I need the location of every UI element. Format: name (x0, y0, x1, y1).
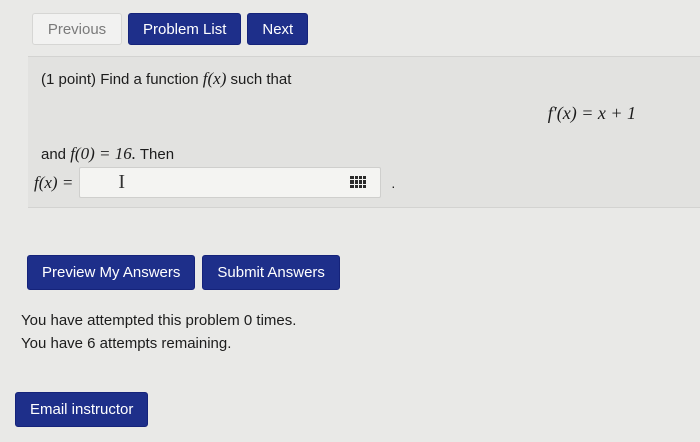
condition-prefix: and (41, 146, 71, 163)
initial-condition: and f(0) = 16. Then (41, 144, 174, 164)
previous-button[interactable]: Previous (32, 13, 122, 45)
problem-panel: (1 point) Find a function f(x) such that… (28, 56, 700, 208)
answer-row: f(x) = I . (34, 167, 395, 198)
text-cursor-icon: I (118, 171, 125, 193)
function-name: f(x) (202, 69, 227, 88)
preview-answers-button[interactable]: Preview My Answers (27, 255, 196, 290)
equation-editor-icon[interactable] (350, 176, 367, 188)
problem-navigation: Previous Problem List Next (32, 13, 309, 45)
trailing-period: . (391, 174, 396, 191)
email-instructor-button[interactable]: Email instructor (15, 392, 149, 427)
problem-statement: (1 point) Find a function f(x) such that (41, 69, 291, 89)
remaining-text: You have 6 attempts remaining. (21, 335, 232, 352)
answer-label: f(x) = (34, 172, 74, 192)
problem-prefix: (1 point) Find a function (41, 71, 203, 88)
answer-actions: Preview My Answers Submit Answers (27, 255, 340, 290)
condition-math: f(0) = 16. (70, 144, 136, 163)
attempt-status: You have attempted this problem 0 times.… (21, 309, 296, 355)
condition-suffix: Then (135, 146, 175, 163)
submit-answers-button[interactable]: Submit Answers (202, 255, 340, 290)
answer-input[interactable]: I (79, 167, 382, 198)
derivative-equation: f′(x) = x + 1 (547, 103, 636, 123)
problem-suffix: such that (226, 71, 292, 88)
next-button[interactable]: Next (247, 13, 309, 45)
email-section: Email instructor (15, 392, 149, 427)
attempts-text: You have attempted this problem 0 times. (21, 312, 297, 329)
problem-list-button[interactable]: Problem List (128, 13, 242, 45)
